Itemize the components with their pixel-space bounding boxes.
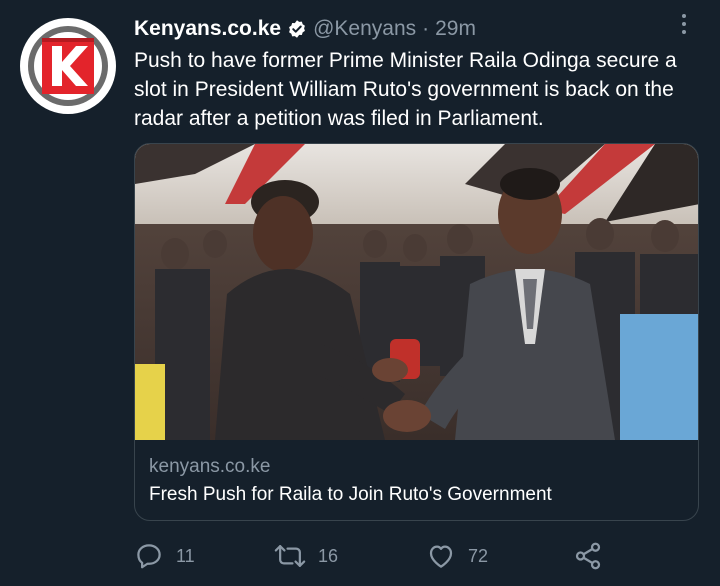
more-options-icon[interactable] xyxy=(678,14,690,38)
tweet-header: Kenyans.co.ke @Kenyans · 29m xyxy=(134,14,690,44)
like-count: 72 xyxy=(468,545,489,566)
handshake-photo-icon xyxy=(135,144,698,440)
handle[interactable]: @Kenyans xyxy=(313,17,416,41)
reply-count: 11 xyxy=(176,545,195,566)
share-button[interactable] xyxy=(572,538,604,574)
share-icon xyxy=(575,542,601,570)
verified-badge-icon xyxy=(289,20,305,38)
display-name[interactable]: Kenyans.co.ke xyxy=(134,17,281,41)
link-card[interactable]: kenyans.co.ke Fresh Push for Raila to Jo… xyxy=(134,143,699,521)
tweet-text: Push to have former Prime Minister Raila… xyxy=(134,49,677,130)
retweet-button[interactable]: 16 xyxy=(274,538,338,574)
retweet-count: 16 xyxy=(318,545,339,566)
timestamp[interactable]: 29m xyxy=(435,17,476,41)
card-title[interactable]: Fresh Push for Raila to Join Ruto's Gove… xyxy=(149,484,552,506)
card-domain: kenyans.co.ke xyxy=(149,456,271,477)
tweet[interactable]: Kenyans.co.ke @Kenyans · 29m Push to hav… xyxy=(0,0,720,586)
separator-dot: · xyxy=(422,17,430,40)
like-button[interactable]: 72 xyxy=(426,538,488,574)
reply-icon xyxy=(137,544,161,569)
kenyans-logo-icon xyxy=(42,38,94,94)
heart-icon xyxy=(429,545,453,568)
reply-button[interactable]: 11 xyxy=(134,538,195,574)
card-image[interactable] xyxy=(135,144,698,440)
retweet-icon xyxy=(274,545,306,567)
tweet-actions: 11 16 72 xyxy=(134,538,614,574)
avatar[interactable] xyxy=(20,18,116,114)
